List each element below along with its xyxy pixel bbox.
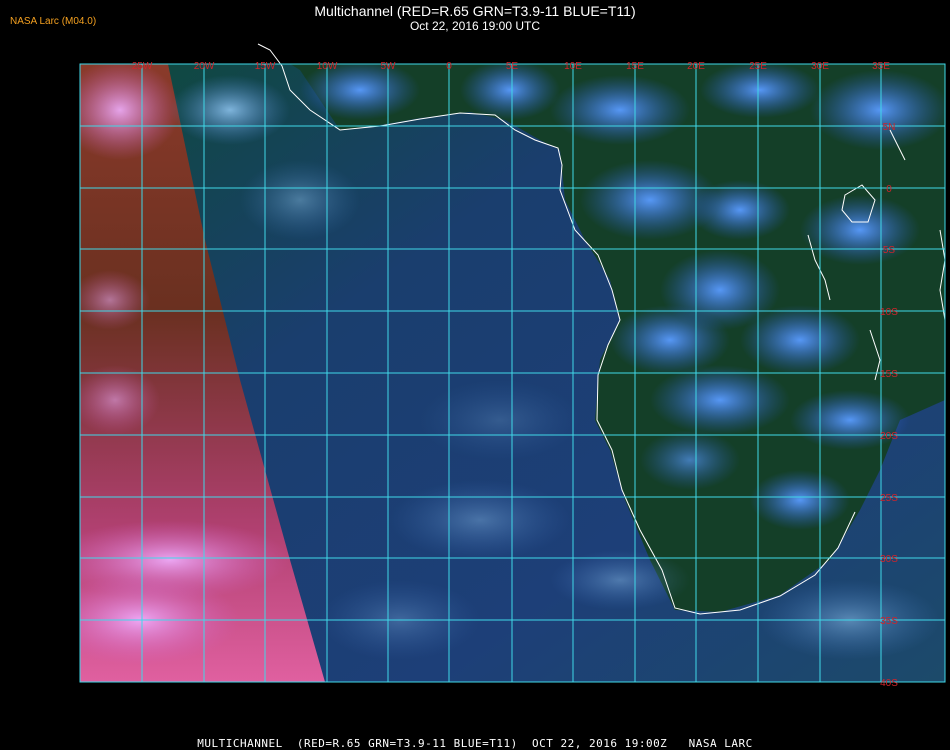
longitude-label: 35E (872, 61, 890, 72)
longitude-label: 5W (381, 61, 397, 72)
imagery-layer (80, 64, 945, 682)
latitude-label: 10S (880, 307, 898, 318)
longitude-label: 15W (255, 61, 276, 72)
longitude-label: 0 (446, 61, 452, 72)
longitude-label: 25E (749, 61, 767, 72)
latitude-label: 25S (880, 493, 898, 504)
longitude-label: 10W (317, 61, 338, 72)
longitude-label: 20E (687, 61, 705, 72)
latitude-label: 30S (880, 554, 898, 565)
latitude-label: 5S (883, 245, 896, 256)
latitude-label: 20S (880, 431, 898, 442)
longitude-label: 15E (626, 61, 644, 72)
latitude-label: 0 (886, 184, 892, 195)
longitude-label: 10E (564, 61, 582, 72)
latitude-label: 40S (880, 678, 898, 689)
longitude-label: 5E (506, 61, 519, 72)
latitude-label: 35S (880, 616, 898, 627)
satellite-map[interactable]: 25W 20W 15W 10W 5W 0 5E 10E 15E 20E 25E 30E 35E 5N 0 5S… (0, 0, 950, 750)
longitude-label: 30E (811, 61, 829, 72)
bottom-caption: MULTICHANNEL (RED=R.65 GRN=T3.9-11 BLUE=… (197, 737, 753, 750)
longitude-label: 20W (194, 61, 215, 72)
longitude-label: 25W (132, 61, 153, 72)
latitude-label: 15S (880, 369, 898, 380)
latitude-label: 5N (883, 122, 896, 133)
